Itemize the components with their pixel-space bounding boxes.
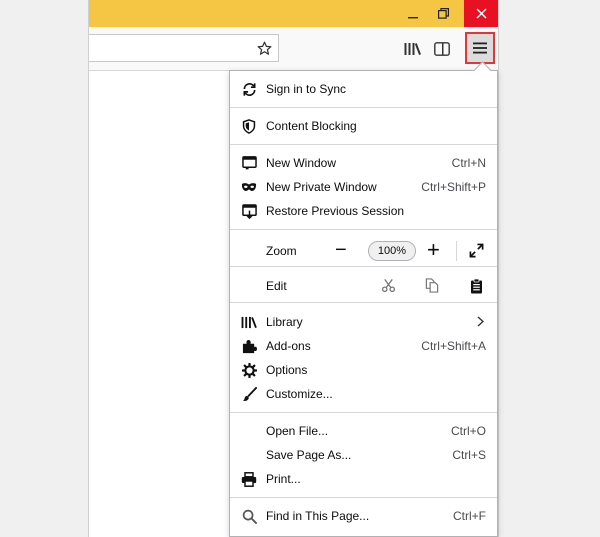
menu-shortcut: Ctrl+Shift+P <box>421 180 486 194</box>
menu-item-options[interactable]: Options <box>230 358 497 382</box>
close-icon[interactable] <box>464 0 498 27</box>
menu-separator <box>230 302 497 303</box>
menu-label: Find in This Page... <box>266 509 370 523</box>
menu-label: Sign in to Sync <box>266 82 347 96</box>
puzzle-icon <box>241 338 257 354</box>
star-icon[interactable] <box>256 40 272 56</box>
chevron-right-icon <box>477 316 484 327</box>
menu-item-save-page[interactable]: Save Page As... Ctrl+S <box>230 443 497 467</box>
search-icon <box>241 508 257 524</box>
menu-item-find[interactable]: Find in This Page... Ctrl+F <box>230 504 497 528</box>
menu-label: Print... <box>266 472 301 486</box>
copy-icon[interactable] <box>425 278 439 293</box>
restore-icon[interactable] <box>428 0 458 27</box>
zoom-label: Zoom <box>266 244 297 258</box>
menu-item-library[interactable]: Library <box>230 310 497 334</box>
brush-icon <box>241 386 257 402</box>
menu-label: Options <box>266 363 308 377</box>
menu-separator <box>230 266 497 267</box>
gear-icon <box>241 362 257 378</box>
menu-item-zoom: Zoom − 100% + <box>230 236 497 266</box>
title-bar <box>89 0 498 27</box>
menu-item-new-private-window[interactable]: New Private Window Ctrl+Shift+P <box>230 175 497 199</box>
menu-separator <box>230 229 497 230</box>
cut-icon[interactable] <box>381 278 396 293</box>
menu-label: Restore Previous Session <box>266 204 405 218</box>
menu-item-print[interactable]: Print... <box>230 467 497 491</box>
paste-icon[interactable] <box>470 278 483 294</box>
new-window-icon <box>241 155 257 171</box>
menu-label: Library <box>266 315 303 329</box>
menu-item-restore-session[interactable]: Restore Previous Session <box>230 199 497 223</box>
restore-session-icon <box>241 203 257 219</box>
sync-icon <box>241 81 257 97</box>
zoom-out-button[interactable]: − <box>335 238 347 262</box>
menu-shortcut: Ctrl+Shift+A <box>421 339 486 353</box>
menu-shortcut: Ctrl+F <box>453 509 486 523</box>
menu-label: Open File... <box>266 424 329 438</box>
minimize-icon[interactable] <box>398 0 428 27</box>
printer-icon <box>241 471 257 487</box>
edit-label: Edit <box>266 279 287 293</box>
menu-label: Content Blocking <box>266 119 357 133</box>
fullscreen-icon[interactable] <box>469 243 484 258</box>
shield-icon <box>241 118 257 134</box>
zoom-divider <box>456 241 457 261</box>
menu-label: Customize... <box>266 387 333 401</box>
menu-label: Add-ons <box>266 339 311 353</box>
menu-item-customize[interactable]: Customize... <box>230 382 497 406</box>
menu-item-content-blocking[interactable]: Content Blocking <box>230 114 497 138</box>
menu-separator <box>230 497 497 498</box>
menu-item-new-window[interactable]: New Window Ctrl+N <box>230 151 497 175</box>
menu-item-edit: Edit <box>230 272 497 300</box>
app-menu-panel: Sign in to Sync Content Blocking New Win… <box>229 61 498 537</box>
sidebar-icon[interactable] <box>433 41 451 57</box>
menu-shortcut: Ctrl+S <box>452 448 486 462</box>
menu-separator <box>230 144 497 145</box>
mask-icon <box>241 179 257 195</box>
menu-item-open-file[interactable]: Open File... Ctrl+O <box>230 419 497 443</box>
menu-separator <box>230 412 497 413</box>
zoom-reset-button[interactable]: 100% <box>368 241 416 261</box>
menu-label: New Private Window <box>266 180 377 194</box>
hamburger-icon[interactable] <box>465 32 495 64</box>
zoom-in-button[interactable]: + <box>427 237 440 263</box>
menu-label: Save Page As... <box>266 448 352 462</box>
menu-shortcut: Ctrl+N <box>451 156 486 170</box>
menu-item-addons[interactable]: Add-ons Ctrl+Shift+A <box>230 334 497 358</box>
library-icon[interactable] <box>403 41 421 57</box>
url-bar[interactable] <box>89 34 279 62</box>
menu-shortcut: Ctrl+O <box>450 424 486 438</box>
menu-label: New Window <box>266 156 337 170</box>
menu-separator <box>230 107 497 108</box>
menu-item-sign-in-sync[interactable]: Sign in to Sync <box>230 77 497 101</box>
navigation-toolbar <box>89 27 498 71</box>
library-icon <box>241 314 257 330</box>
